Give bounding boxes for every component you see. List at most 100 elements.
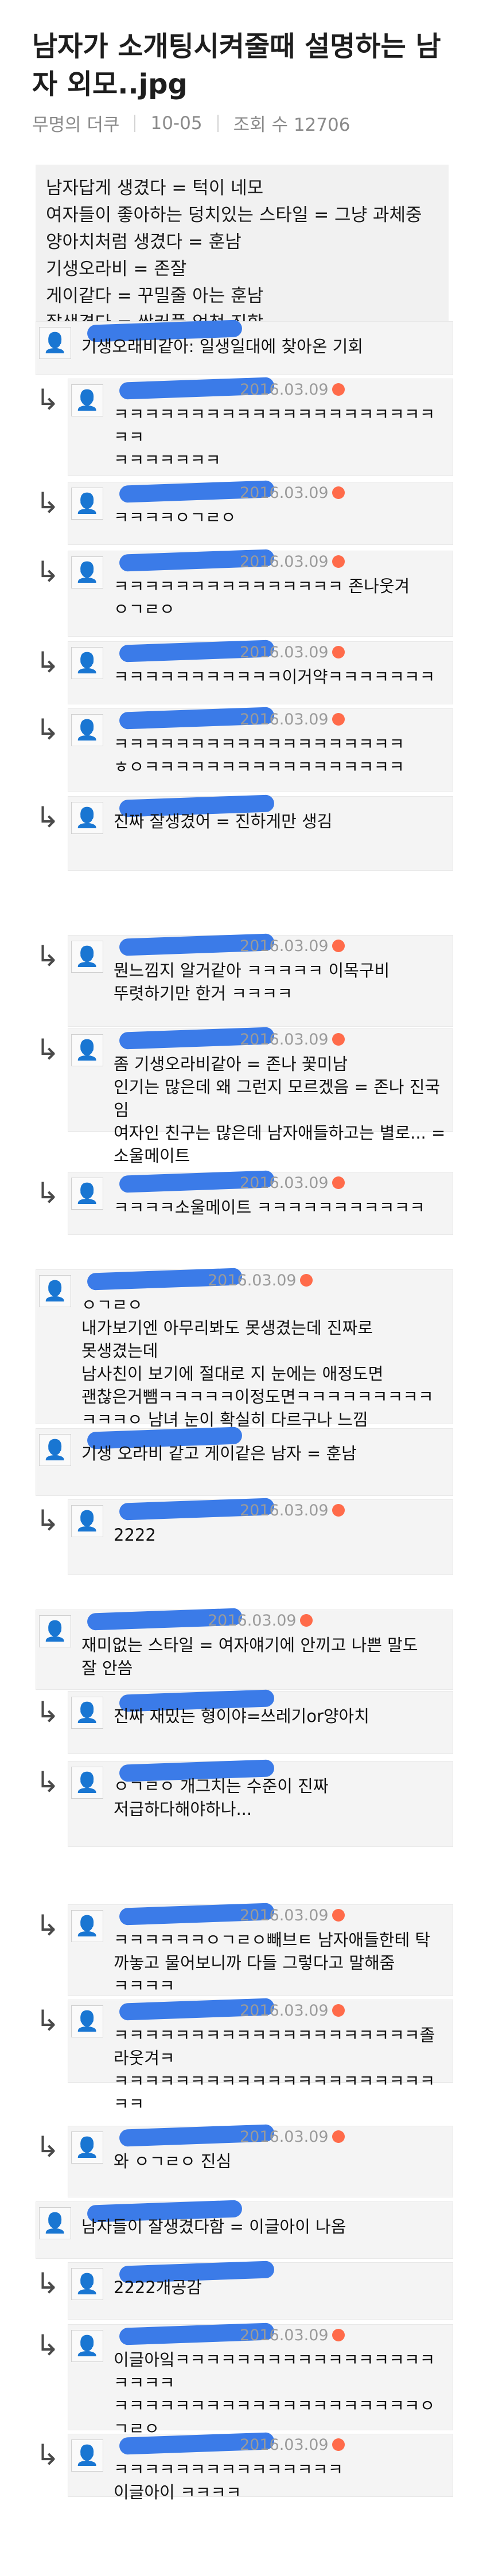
reply-arrow-icon: ↳ — [36, 713, 60, 746]
avatar[interactable]: 👤 — [71, 2005, 103, 2037]
avatar[interactable]: 👤 — [71, 802, 103, 834]
reply-arrow-icon: ↳ — [36, 1766, 60, 1799]
new-badge-icon — [332, 486, 345, 499]
avatar[interactable]: 👤 — [39, 1275, 71, 1307]
new-badge-icon — [332, 1176, 345, 1189]
comment-date: 2016.03.09 — [208, 1612, 313, 1630]
new-badge-icon — [332, 939, 345, 952]
new-badge-icon — [332, 712, 345, 726]
new-badge-icon — [332, 1032, 345, 1046]
comment-text: 재미없는 스타일 = 여자얘기에 안끼고 나쁜 말도 잘 안씀 — [81, 1635, 418, 1678]
summary-line: 게이같다 = 꾸밀줄 아는 훈남 — [46, 286, 264, 306]
comment-text: 진짜 재밌는 형이야=쓰레기or양아치 — [114, 1706, 369, 1726]
new-badge-icon — [332, 2004, 345, 2017]
comment-date: 2016.03.09 — [240, 1502, 345, 1519]
avatar[interactable]: 👤 — [71, 2268, 103, 2300]
reply-arrow-icon: ↳ — [36, 2004, 60, 2037]
comment-date: 2016.03.09 — [240, 2436, 345, 2454]
avatar[interactable]: 👤 — [71, 1910, 103, 1942]
comment-text: ㅋㅋㅋㅋㅋㅋㅋㅋㅋㅋㅋㅋㅋㅋㅋㅋㅋㅋㅋㅋㅋㅋㅋ ㅋㅋㅋㅋㅋㅋㅋ — [114, 404, 435, 470]
new-badge-icon — [299, 1273, 313, 1287]
summary-box: 남자답게 생겼다 = 턱이 네모 여자들이 좋아하는 덩치있는 스타일 = 그냥… — [36, 165, 449, 348]
reply-arrow-icon: ↳ — [36, 486, 60, 520]
comment-text: ㅇㄱㄹㅇ 개그치는 수준이 진짜 저급하다해야하나... — [114, 1776, 329, 1819]
avatar[interactable]: 👤 — [71, 1697, 103, 1729]
new-badge-icon — [332, 1908, 345, 1922]
comment-text: 좀 기생오라비같아 = 존나 꽃미남 인기는 많은데 왜 그런지 모르겠음 = … — [114, 1054, 446, 1166]
avatar[interactable]: 👤 — [39, 2207, 71, 2239]
reply-arrow-icon: ↳ — [36, 1504, 60, 1537]
reply-arrow-icon: ↳ — [36, 1033, 60, 1066]
new-badge-icon — [332, 383, 345, 396]
comment-text: 진짜 잘생겼어 = 진하게만 생김 — [114, 812, 333, 831]
avatar[interactable]: 👤 — [71, 556, 103, 589]
comment-date: 2016.03.09 — [240, 711, 345, 728]
post-meta: 무명의 더쿠 10-05 조회 수 12706 — [32, 110, 447, 136]
avatar[interactable]: 👤 — [71, 1034, 103, 1066]
comment-text: 뭔느낌지 알거같아 ㅋㅋㅋㅋㅋ 이목구비 뚜렷하기만 한거 ㅋㅋㅋㅋ — [114, 961, 390, 1003]
reply-arrow-icon: ↳ — [36, 646, 60, 679]
reply-arrow-icon: ↳ — [36, 383, 60, 416]
new-badge-icon — [332, 645, 345, 658]
comment-date: 2016.03.09 — [240, 381, 345, 399]
comment-date: 2016.03.09 — [240, 644, 345, 661]
reply-arrow-icon: ↳ — [36, 1909, 60, 1942]
meta-divider — [134, 114, 136, 132]
reply-arrow-icon: ↳ — [36, 801, 60, 834]
avatar[interactable]: 👤 — [71, 488, 103, 520]
comment-text: ㅋㅋㅋㅋㅋㅋㅋㅋㅋㅋㅋㅋㅋㅋㅋㅋㅋㅋㅋㅋ졸라웃겨ㅋ ㅋㅋㅋㅋㅋㅋㅋㅋㅋㅋㅋㅋㅋㅋ… — [114, 2025, 435, 2114]
avatar[interactable]: 👤 — [71, 1178, 103, 1210]
comment-text: ㅋㅋㅋㅋㅋㅋㅋㅋㅋㅋㅋㅋㅋㅋㅋㅋㅋㅋㅋ ㅎㅇㅋㅋㅋㅋㅋㅋㅋㅋㅋㅋㅋㅋㅋㅋㅋㅋㅋ — [114, 734, 404, 777]
avatar[interactable]: 👤 — [71, 1505, 103, 1537]
avatar[interactable]: 👤 — [71, 384, 103, 416]
new-badge-icon — [332, 555, 345, 568]
reply-arrow-icon: ↳ — [36, 555, 60, 589]
reply-arrow-icon: ↳ — [36, 2438, 60, 2472]
reply-arrow-icon: ↳ — [36, 1176, 60, 1210]
comment-text: 기생오래비같아: 일생일대에 찾아온 기회 — [81, 337, 363, 356]
comment-text: ㅋㅋㅋㅋㅋㅋㅋㅋㅋㅋㅋ이거약ㅋㅋㅋㅋㅋㅋㅋ — [114, 667, 435, 687]
reply-arrow-icon: ↳ — [36, 2267, 60, 2300]
post-date: 10-05 — [150, 112, 202, 134]
reply-arrow-icon: ↳ — [36, 1696, 60, 1729]
comment-date: 2016.03.09 — [240, 937, 345, 955]
comment-date: 2016.03.09 — [240, 553, 345, 571]
comment-text: 2222개공감 — [114, 2278, 202, 2297]
reply-arrow-icon: ↳ — [36, 940, 60, 973]
comment-date: 2016.03.09 — [240, 1174, 345, 1192]
comment-text: ㅋㅋㅋㅋ소울메이트 ㅋㅋㅋㅋㅋㅋㅋㅋㅋㅋㅋ — [114, 1198, 425, 1217]
avatar[interactable]: 👤 — [39, 1434, 71, 1466]
avatar[interactable]: 👤 — [71, 941, 103, 973]
post-header: 남자가 소개팅시켜줄때 설명하는 남자 외모..jpg 무명의 더쿠 10-05… — [0, 0, 479, 136]
comment-text: 기생 오라비 같고 게이같은 남자 = 훈남 — [81, 1444, 357, 1463]
comment-date: 2016.03.09 — [240, 2326, 345, 2344]
comment-date: 2016.03.09 — [240, 2002, 345, 2020]
comment-text: 와 ㅇㄱㄹㅇ 진심 — [114, 2152, 232, 2171]
author-name[interactable]: 무명의 더쿠 — [32, 110, 119, 136]
comment-date: 2016.03.09 — [240, 2128, 345, 2146]
new-badge-icon — [332, 1503, 345, 1517]
avatar[interactable]: 👤 — [71, 2131, 103, 2164]
comment-text: 2222 — [114, 1525, 156, 1545]
summary-line: 기생오라비 = 존잘 — [46, 259, 187, 279]
new-badge-icon — [332, 2438, 345, 2451]
reply-arrow-icon: ↳ — [36, 2130, 60, 2164]
avatar[interactable]: 👤 — [39, 1615, 71, 1647]
summary-line: 남자답게 생겼다 = 턱이 네모 — [46, 178, 264, 198]
comment-text: 남자들이 잘생겼다함 = 이글아이 나옴 — [81, 2217, 346, 2236]
avatar[interactable]: 👤 — [71, 2439, 103, 2472]
avatar[interactable]: 👤 — [71, 1767, 103, 1799]
post-title: 남자가 소개팅시켜줄때 설명하는 남자 외모..jpg — [32, 30, 441, 100]
comment-date: 2016.03.09 — [240, 484, 345, 502]
avatar[interactable]: 👤 — [71, 647, 103, 679]
summary-line: 양아치처럼 생겼다 = 훈남 — [46, 232, 242, 252]
comment-text: ㅋㅋㅋㅋㅇㄱㄹㅇ — [114, 508, 236, 527]
new-badge-icon — [332, 2328, 345, 2341]
comment-text: ㅋㅋㅋㅋㅋㅋㅋㅋㅋㅋㅋㅋㅋㅋㅋ 이글아이 ㅋㅋㅋㅋ — [114, 2460, 344, 2502]
meta-divider — [217, 114, 219, 132]
comment-text: ㅋㅋㅋㅋㅋㅋㅇㄱㄹㅇ빼브ㅌ 남자애들한테 탁 까놓고 물어보니까 다들 그렇다고… — [114, 1930, 431, 1996]
avatar[interactable]: 👤 — [71, 2330, 103, 2362]
comment-date: 2016.03.09 — [240, 1907, 345, 1924]
avatar[interactable]: 👤 — [71, 714, 103, 746]
avatar[interactable]: 👤 — [39, 327, 71, 359]
